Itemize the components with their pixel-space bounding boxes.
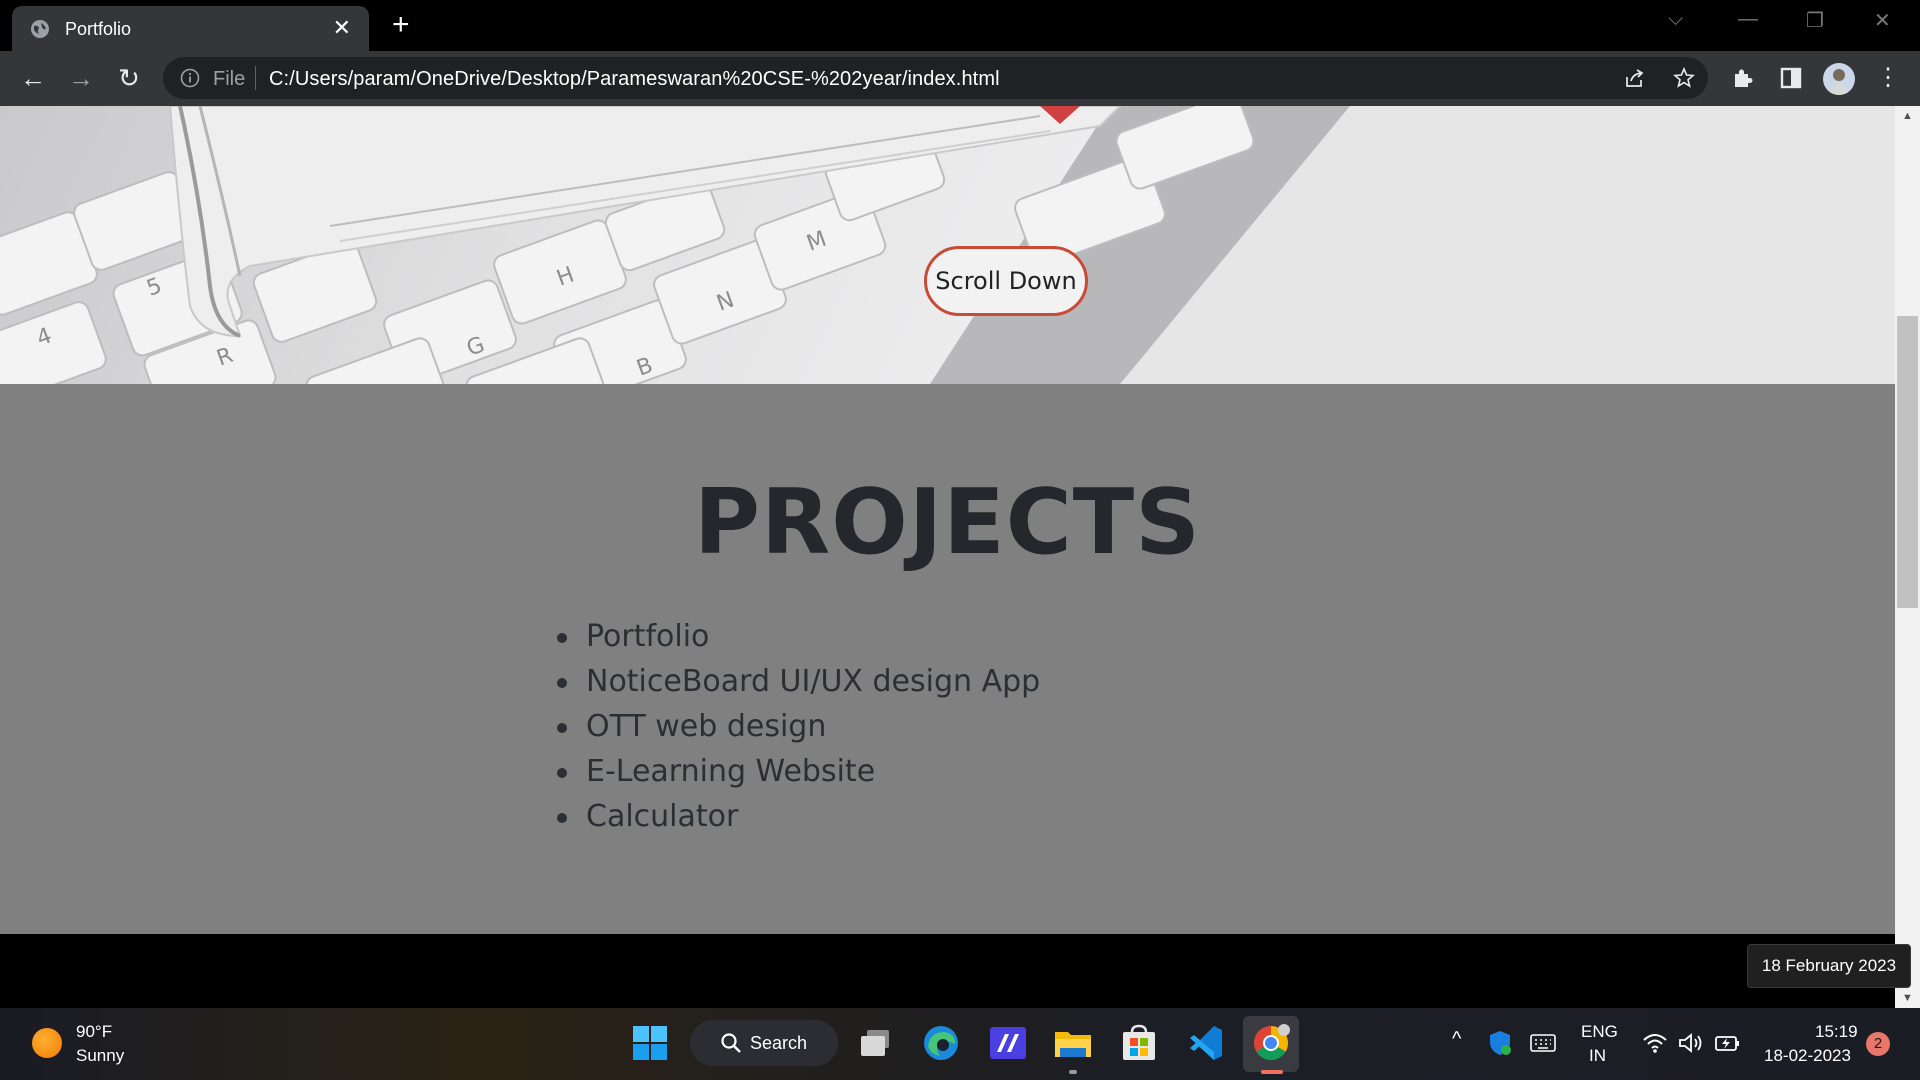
security-shield-icon[interactable] — [1488, 1030, 1512, 1056]
chrome-active-indicator — [1261, 1070, 1283, 1074]
url-text[interactable]: C:/Users/param/OneDrive/Desktop/Paramesw… — [269, 68, 1000, 91]
menu-kebab-icon[interactable]: ⋮ — [1873, 63, 1903, 93]
reload-icon[interactable]: ↻ — [114, 63, 144, 93]
show-hidden-icons-chevron-icon[interactable]: ^ — [1452, 1028, 1461, 1051]
edge-icon[interactable] — [920, 1022, 962, 1064]
taskbar-search[interactable]: Search — [690, 1020, 838, 1066]
project-item: E-Learning Website — [556, 749, 1040, 794]
battery-charging-icon[interactable] — [1714, 1032, 1740, 1054]
text-editor-icon[interactable] — [987, 1022, 1029, 1064]
keyboard-hero-image: H G N B M R 5 4 — [0, 106, 1895, 384]
language-indicator-line2[interactable]: IN — [1589, 1046, 1606, 1066]
volume-icon[interactable] — [1678, 1032, 1704, 1054]
keyboard-icon[interactable] — [1530, 1034, 1556, 1052]
chrome-icon[interactable] — [1250, 1022, 1292, 1064]
scroll-up-arrow-icon[interactable]: ▲ — [1895, 106, 1920, 126]
new-tab-icon[interactable]: + — [392, 10, 410, 40]
tab-title: Portfolio — [65, 19, 132, 39]
explorer-running-indicator — [1069, 1070, 1077, 1074]
start-icon[interactable] — [629, 1022, 671, 1064]
hero-section: H G N B M R 5 4 Scroll Down — [0, 106, 1895, 384]
close-tab-icon[interactable]: ✕ — [333, 17, 351, 39]
wifi-icon[interactable] — [1642, 1032, 1668, 1054]
search-icon — [721, 1033, 741, 1053]
page-footer — [0, 934, 1895, 1008]
windows-taskbar: 90°F Sunny Search ^ ENG IN 15:19 18-02-2… — [0, 1008, 1920, 1080]
project-item: NoticeBoard UI/UX design App — [556, 659, 1040, 704]
weather-temperature: 90°F — [76, 1022, 113, 1041]
browser-toolbar: ← → ↻ File C:/Users/param/OneDrive/Deskt… — [0, 51, 1920, 106]
scroll-down-arrow-icon[interactable]: ▼ — [1895, 988, 1920, 1008]
vscode-icon[interactable] — [1184, 1022, 1226, 1064]
clock-time: 15:19 — [1815, 1022, 1858, 1041]
close-window-icon[interactable]: ✕ — [1874, 8, 1891, 33]
notification-badge[interactable]: 2 — [1866, 1032, 1890, 1056]
info-icon[interactable] — [180, 68, 200, 88]
back-icon[interactable]: ← — [18, 63, 48, 93]
project-item: OTT web design — [556, 704, 1040, 749]
extensions-puzzle-icon[interactable] — [1730, 65, 1756, 91]
projects-list: Portfolio NoticeBoard UI/UX design App O… — [556, 614, 1040, 839]
project-item: Calculator — [556, 794, 1040, 839]
address-bar[interactable]: File C:/Users/param/OneDrive/Desktop/Par… — [163, 57, 1708, 99]
globe-icon — [31, 20, 49, 38]
task-view-icon[interactable] — [855, 1022, 897, 1064]
bookmark-star-icon[interactable] — [1673, 67, 1695, 89]
store-icon[interactable] — [1118, 1022, 1160, 1064]
scheme-label: File — [213, 68, 246, 90]
weather-condition: Sunny — [76, 1046, 125, 1065]
file-explorer-icon[interactable] — [1052, 1022, 1094, 1064]
profile-avatar[interactable] — [1823, 63, 1855, 95]
sun-icon — [32, 1028, 62, 1058]
forward-icon[interactable]: → — [66, 63, 96, 93]
projects-section: PROJECTS Portfolio NoticeBoard UI/UX des… — [0, 384, 1895, 934]
tab-portfolio[interactable]: Portfolio ✕ — [12, 6, 369, 51]
minimize-icon[interactable]: — — [1738, 8, 1758, 31]
page-viewport: H G N B M R 5 4 Scroll Down PROJECTS Por… — [0, 106, 1895, 1008]
search-label: Search — [750, 1033, 808, 1053]
language-indicator-line1[interactable]: ENG — [1581, 1022, 1618, 1042]
side-panel-icon[interactable] — [1778, 65, 1804, 91]
clock-date: 18-02-2023 — [1764, 1046, 1851, 1065]
share-icon[interactable] — [1624, 67, 1646, 89]
project-item: Portfolio — [556, 614, 1040, 659]
projects-heading: PROJECTS — [694, 470, 1201, 575]
address-divider — [255, 66, 256, 90]
page-scrollbar[interactable]: ▲ ▼ — [1895, 106, 1920, 1008]
date-tooltip: 18 February 2023 — [1747, 944, 1911, 988]
scrollbar-thumb[interactable] — [1897, 316, 1918, 608]
scroll-down-button[interactable]: Scroll Down — [924, 246, 1088, 316]
tab-strip: Portfolio ✕ + ⌵ — ❐ ✕ — [0, 0, 1920, 51]
tab-search-chevron-icon[interactable]: ⌵ — [1668, 8, 1683, 31]
restore-icon[interactable]: ❐ — [1806, 8, 1824, 33]
